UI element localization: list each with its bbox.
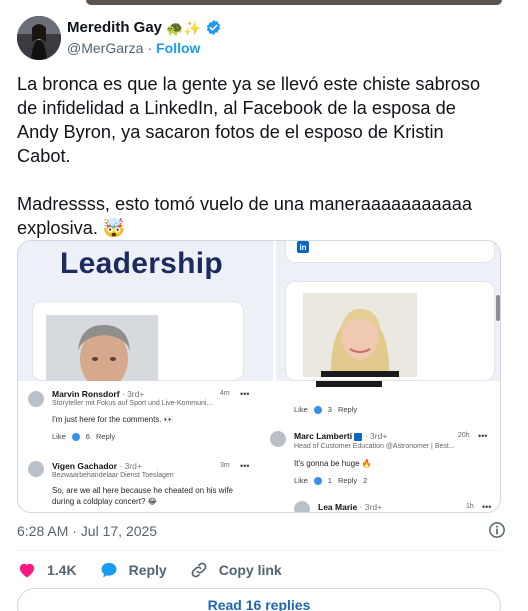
right-comments-panel: Like 3 Reply Marc Lamberti · 3rd+ Head o… xyxy=(270,381,500,512)
author-avatar[interactable] xyxy=(17,16,61,60)
tweet-text: La bronca es que la gente ya se llevó es… xyxy=(17,74,481,238)
commenter-avatar xyxy=(294,501,310,512)
info-icon[interactable] xyxy=(488,521,506,539)
author-handle-row: @MerGarza · Follow xyxy=(67,40,200,56)
author-handle[interactable]: @MerGarza xyxy=(67,40,143,56)
comment-author-name: Lea Marie · 3rd+ xyxy=(318,502,383,512)
heart-icon xyxy=(19,563,35,578)
comment-author-subtitle: Storyteller mit Fokus auf Sport und Live… xyxy=(52,400,213,407)
divider xyxy=(17,550,501,551)
previous-media-edge xyxy=(86,0,502,5)
author-name-row: Meredith Gay 🐢✨ xyxy=(67,19,222,36)
comment-body: It's gonna be huge 🔥 xyxy=(294,459,372,468)
woman-portrait-photo xyxy=(303,293,417,377)
reply-button[interactable]: Reply xyxy=(99,560,167,580)
like-reaction-icon xyxy=(313,476,322,485)
commenter-avatar xyxy=(28,391,44,407)
read-replies-button[interactable]: Read 16 replies xyxy=(17,588,501,611)
comment-actions: Like 1 Reply 2 xyxy=(294,476,367,485)
like-reaction-icon xyxy=(313,405,322,414)
comment-reply-button[interactable]: Reply xyxy=(338,476,357,485)
comment-author-subtitle: Bezwaarbehandelaar Dienst Toeslagen xyxy=(52,472,174,479)
comment-body: I'm just here for the comments. 👀 xyxy=(52,415,174,424)
copy-link-button[interactable]: Copy link xyxy=(189,560,282,580)
comment-actions: Like 6 Reply xyxy=(52,432,115,441)
comment-reply-count: 2 xyxy=(363,476,368,485)
linkedin-icon: in xyxy=(297,241,309,253)
profile-card-right-top: in xyxy=(285,241,495,263)
author-display-name[interactable]: Meredith Gay xyxy=(67,19,162,36)
comment-like-count: 6 xyxy=(85,432,90,441)
comment-reply-button[interactable]: Reply xyxy=(96,432,115,441)
comment-actions: Like 3 Reply xyxy=(294,405,357,414)
comment-like-button[interactable]: Like xyxy=(52,432,66,441)
comment-more-icon[interactable]: ••• xyxy=(240,389,249,399)
comment-more-icon[interactable]: ••• xyxy=(478,431,487,441)
comment-time: 4m xyxy=(220,390,230,397)
leadership-heading: Leadership xyxy=(60,247,224,280)
copy-link-label: Copy link xyxy=(218,562,282,578)
comment-like-button[interactable]: Like xyxy=(294,476,308,485)
like-count: 1.4K xyxy=(47,562,77,578)
photo-caption-strip xyxy=(316,381,382,387)
comment-author-name: Marc Lamberti · 3rd+ xyxy=(294,431,388,441)
comment-time: 1h xyxy=(466,503,474,510)
comment-author-subtitle: Head of Customer Education @Astronomer |… xyxy=(294,443,455,450)
commenter-avatar xyxy=(28,461,44,477)
tweet-media[interactable]: Leadership in Marvin Ronsdorf · 3rd+ Sto… xyxy=(17,240,501,513)
like-reaction-icon xyxy=(71,432,80,441)
comment-more-icon[interactable]: ••• xyxy=(482,502,491,512)
commenter-avatar xyxy=(270,431,286,447)
comment-time: 3m xyxy=(220,462,230,469)
comment-like-count: 1 xyxy=(327,476,332,485)
follow-button[interactable]: Follow xyxy=(156,40,200,56)
handle-separator: · xyxy=(147,40,153,56)
comment-time: 20h xyxy=(458,432,470,439)
reply-label: Reply xyxy=(128,562,167,578)
media-scrollbar-handle[interactable] xyxy=(496,295,500,321)
comment-author-name: Vigen Gachador · 3rd+ xyxy=(52,461,142,471)
media-right-panel: in xyxy=(276,241,500,381)
comment-like-button[interactable]: Like xyxy=(294,405,308,414)
left-comments-panel: Marvin Ronsdorf · 3rd+ Storyteller mit F… xyxy=(18,381,273,512)
media-left-panel: Leadership xyxy=(18,241,273,381)
reply-bubble-icon xyxy=(101,562,117,578)
verified-badge-icon xyxy=(206,20,220,35)
tweet-actions: 1.4K Reply Copy link xyxy=(17,560,304,580)
comment-more-icon[interactable]: ••• xyxy=(240,461,249,471)
tweet-timestamp[interactable]: 6:28 AM · Jul 17, 2025 xyxy=(17,523,157,539)
man-portrait-photo xyxy=(46,315,158,381)
name-emojis: 🐢✨ xyxy=(166,19,201,36)
comment-body: So, are we all here because he cheated o… xyxy=(52,486,234,506)
comment-author-name: Marvin Ronsdorf · 3rd+ xyxy=(52,389,145,399)
comment-reply-button[interactable]: Reply xyxy=(338,405,357,414)
comment-like-count: 3 xyxy=(327,405,332,414)
link-icon xyxy=(191,562,207,578)
like-button[interactable]: 1.4K xyxy=(17,560,77,580)
